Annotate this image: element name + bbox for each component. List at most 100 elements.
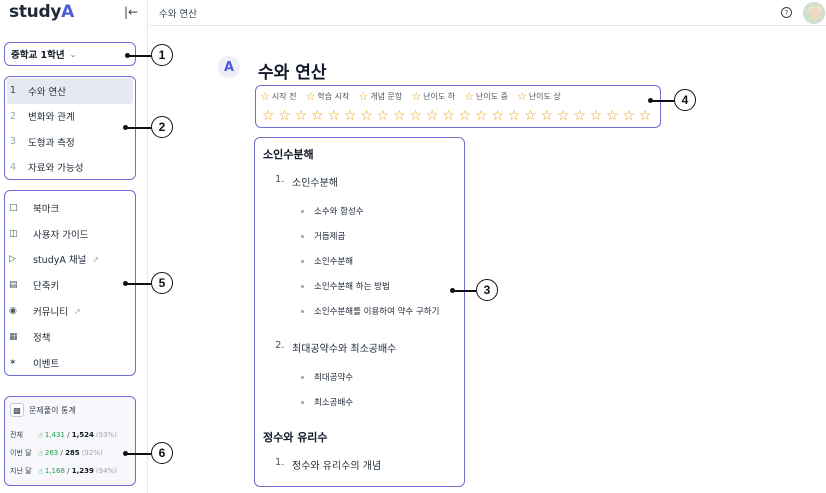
thumbs-up-icon: ☝ (38, 430, 43, 440)
callout-2: 2 (151, 116, 173, 138)
callout-4: 4 (674, 89, 696, 111)
collapse-sidebar-icon[interactable]: |← (124, 5, 138, 19)
toc-lesson[interactable]: 소인수분해를 이용하여 약수 구하기 (301, 304, 456, 318)
grade-select[interactable]: 중학교 1학년 ⌄ (4, 42, 136, 66)
toc-lesson[interactable]: 최대공약수 (301, 370, 456, 384)
progress-star-icon[interactable]: ☆ (358, 109, 374, 123)
menu-item-shortcuts[interactable]: ▤ 단축키 (5, 272, 135, 298)
progress-star-icon[interactable]: ☆ (391, 109, 407, 123)
unit-item-2[interactable]: 2 변화와 관계 (5, 104, 135, 130)
star-icon: ☆ (260, 90, 270, 103)
star-icon: ☆ (411, 90, 422, 103)
unit-item-4[interactable]: 4 자료와 가능성 (5, 155, 135, 181)
youtube-icon: ▷ (9, 254, 16, 265)
menu-item-guide[interactable]: ◫ 사용자 가이드 (5, 221, 135, 247)
thumbs-up-icon: ☝ (38, 466, 43, 476)
legend-concept: ☆ 개념 문항 (358, 90, 403, 103)
progress-star-icon[interactable]: ☆ (588, 109, 604, 123)
legend-hard: ☆ 난이도 상 (516, 90, 561, 103)
progress-star-icon[interactable]: ☆ (293, 109, 309, 123)
progress-star-icon[interactable]: ☆ (276, 109, 292, 123)
toc-lesson[interactable]: 소수와 합성수 (301, 204, 456, 218)
policy-icon: ▦ (9, 331, 18, 342)
progress-star-icon[interactable]: ☆ (342, 109, 358, 123)
discord-icon: ◉ (9, 306, 17, 317)
progress-star-icon[interactable]: ☆ (408, 109, 424, 123)
stat-row-this-month: 이번 달 ☝ 263 / 285 (92%) (10, 448, 103, 458)
progress-star-icon[interactable]: ☆ (326, 109, 342, 123)
star-icon: ☆ (516, 90, 527, 103)
progress-star-icon[interactable]: ☆ (440, 109, 456, 123)
progress-star-icon[interactable]: ☆ (424, 109, 440, 123)
callout-3: 3 (476, 279, 498, 301)
menu-item-event[interactable]: ✶ 이벤트 (5, 350, 135, 376)
callout-6: 6 (151, 442, 173, 464)
book-icon: ◫ (9, 228, 18, 239)
breadcrumb: 수와 연산 (159, 9, 197, 20)
help-icon[interactable]: ? (781, 7, 792, 18)
page-logo-icon: A (218, 56, 240, 78)
progress-star-icon[interactable]: ☆ (506, 109, 522, 123)
bookmark-icon: □ (9, 202, 18, 213)
menu-item-community[interactable]: ◉ 커뮤니티 ↗ (5, 298, 135, 324)
app-logo[interactable]: studyA (9, 2, 74, 22)
unit-item-3[interactable]: 3 도형과 측정 (5, 129, 135, 155)
stat-row-last-month: 지난 달 ☝ 1,168 / 1,239 (94%) (10, 466, 117, 476)
progress-star-icon[interactable]: ☆ (489, 109, 505, 123)
unit-list: 1 수와 연산 2 변화와 관계 3 도형과 측정 4 자료와 가능성 (4, 76, 136, 180)
toc-lesson[interactable]: 소인수분해 하는 방법 (301, 279, 456, 293)
menu-item-channel[interactable]: ▷ studyA 채널 ↗ (5, 247, 135, 273)
unit-item-1[interactable]: 1 수와 연산 (7, 78, 133, 104)
progress-star-icon[interactable]: ☆ (457, 109, 473, 123)
toc-subsection[interactable]: 1. 정수와 유리수의 개념 (275, 457, 456, 473)
star-icon: ☆ (358, 90, 369, 103)
progress-star-icon[interactable]: ☆ (555, 109, 571, 123)
menu-item-policy[interactable]: ▦ 정책 (5, 324, 135, 350)
progress-star-icon[interactable]: ☆ (309, 109, 325, 123)
progress-star-icon[interactable]: ☆ (260, 109, 276, 123)
toc-lesson[interactable]: 최소공배수 (301, 395, 456, 409)
legend-row: ☆ 시작 전 ☆ 학습 시작 ☆ 개념 문항 ☆ 난이도 하 ☆ 난이도 중 ☆ 난이도 상 (260, 88, 656, 105)
progress-legend: ☆ 시작 전 ☆ 학습 시작 ☆ 개념 문항 ☆ 난이도 하 ☆ 난이도 중 ☆ 난이도 상… (255, 85, 661, 128)
toc-subsection[interactable]: 1. 소인수분해 (275, 174, 456, 190)
external-link-icon: ↗ (92, 254, 100, 264)
grade-select-value: 중학교 1학년 (11, 50, 65, 61)
toc-lesson[interactable]: 거듭제곱 (301, 229, 456, 243)
stat-row-total: 전체 ☝ 1,431 / 1,524 (93%) (10, 430, 117, 440)
external-link-icon: ↗ (73, 306, 81, 316)
table-of-contents: 소인수분해 1. 소인수분해 소수와 합성수 거듭제곱 소인수분해 소인수분해 하… (254, 137, 465, 487)
legend-medium: ☆ 난이도 중 (464, 90, 508, 103)
sidebar: studyA |← 중학교 1학년 ⌄ 1 수와 연산 2 변화와 관계 3 도형과 … (0, 0, 148, 493)
progress-star-row: ☆ ☆ ☆ ☆ ☆ ☆ ☆ ☆ ☆ ☆ ☆ ☆ ☆ ☆ ☆ ☆ ☆ ☆ ☆ ☆ ☆ ☆ ☆ ☆ (260, 105, 656, 127)
sidebar-menu: □ 북마크 ◫ 사용자 가이드 ▷ studyA 채널 ↗ ▤ 단축키 ◉ 커뮤니티 ↗ ▦ 정… (4, 190, 136, 376)
avatar[interactable] (803, 2, 825, 24)
thumbs-up-icon: ☝ (38, 448, 43, 458)
chevron-down-icon: ⌄ (69, 49, 77, 59)
keyboard-icon: ▤ (9, 280, 18, 291)
legend-not-started: ☆ 시작 전 (260, 90, 297, 103)
progress-star-icon[interactable]: ☆ (522, 109, 538, 123)
legend-started: ☆ 학습 시작 (305, 90, 350, 103)
menu-item-bookmark[interactable]: □ 북마크 (5, 195, 135, 221)
progress-star-icon[interactable]: ☆ (621, 109, 637, 123)
progress-star-icon[interactable]: ☆ (637, 109, 653, 123)
top-bar: 수와 연산 (149, 0, 826, 26)
solve-stats-panel: ▩ 문제풀이 통계 전체 ☝ 1,431 / 1,524 (93%) 이번 달 ☝ 263 … (4, 396, 136, 486)
progress-star-icon[interactable]: ☆ (571, 109, 587, 123)
progress-star-icon[interactable]: ☆ (539, 109, 555, 123)
stats-header: ▩ 문제풀이 통계 (10, 403, 130, 417)
star-icon: ☆ (305, 90, 316, 103)
toc-subsection[interactable]: 2. 최대공약수와 최소공배수 (275, 340, 456, 356)
page-title: 수와 연산 (258, 63, 327, 83)
progress-star-icon[interactable]: ☆ (375, 109, 391, 123)
toc-section-title: 소인수분해 (263, 148, 314, 161)
event-icon: ✶ (9, 357, 17, 368)
toc-lesson[interactable]: 소인수분해 (301, 254, 456, 268)
star-icon: ☆ (464, 90, 474, 103)
progress-star-icon[interactable]: ☆ (473, 109, 489, 123)
legend-easy: ☆ 난이도 하 (411, 90, 456, 103)
callout-1: 1 (151, 44, 173, 66)
callout-5: 5 (151, 272, 173, 294)
progress-star-icon[interactable]: ☆ (604, 109, 620, 123)
toc-section-title: 정수와 유리수 (263, 431, 328, 444)
